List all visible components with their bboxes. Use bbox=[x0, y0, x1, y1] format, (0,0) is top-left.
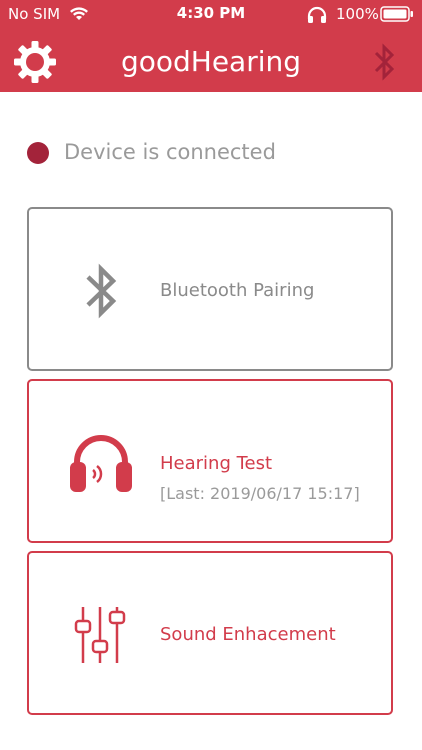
battery-percent: 100% bbox=[336, 5, 379, 23]
equalizer-icon bbox=[74, 607, 126, 663]
hearing-test-last-date: [Last: 2019/06/17 15:17] bbox=[160, 484, 360, 503]
hearing-test-button[interactable]: Hearing Test [Last: 2019/06/17 15:17] bbox=[27, 379, 393, 543]
bluetooth-pairing-button[interactable]: Bluetooth Pairing bbox=[27, 207, 393, 371]
connection-status-text: Device is connected bbox=[64, 140, 276, 164]
navigation-bar: goodHearing bbox=[0, 30, 422, 92]
sound-enhancement-label: Sound Enhacement bbox=[160, 624, 336, 645]
app-title: goodHearing bbox=[120, 45, 302, 78]
hearing-test-label: Hearing Test bbox=[160, 453, 273, 474]
bluetooth-icon[interactable] bbox=[372, 42, 398, 82]
bluetooth-pairing-label: Bluetooth Pairing bbox=[160, 280, 315, 301]
headphones-status-icon bbox=[307, 6, 327, 23]
battery-icon bbox=[380, 6, 413, 22]
status-bar: No SIM 4:30 PM 100% bbox=[0, 0, 422, 28]
bluetooth-icon bbox=[86, 263, 117, 319]
app-header: No SIM 4:30 PM 100% goodHearing bbox=[0, 0, 422, 92]
connection-indicator-dot bbox=[27, 142, 49, 164]
sound-enhancement-button[interactable]: Sound Enhacement bbox=[27, 551, 393, 715]
headphones-icon bbox=[70, 435, 132, 492]
